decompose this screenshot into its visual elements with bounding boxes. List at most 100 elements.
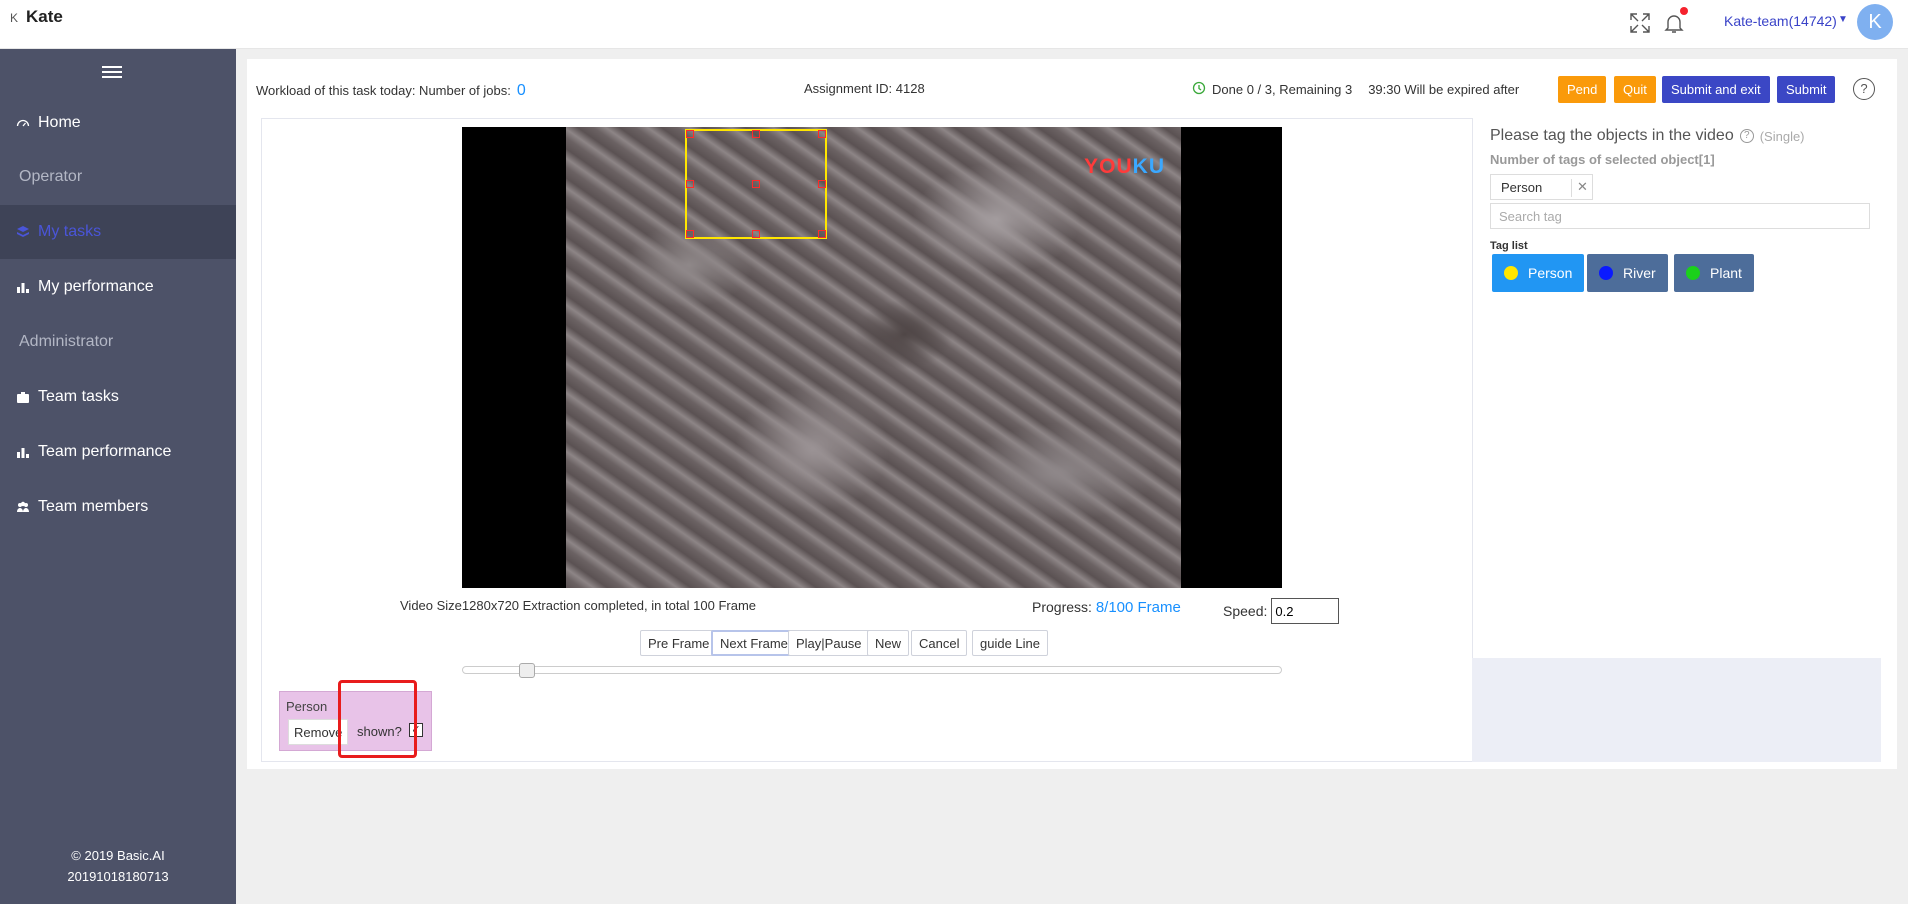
frame-slider[interactable] xyxy=(462,663,1282,678)
brand[interactable]: K Kate xyxy=(10,7,63,27)
done-count: Done 0 / 3, Remaining 3 xyxy=(1212,82,1353,97)
top-header: K Kate Kate-team(14742) ▼ K xyxy=(0,0,1908,49)
tag-label: River xyxy=(1623,265,1656,281)
speed-input[interactable] xyxy=(1271,598,1340,624)
tag-list-label: Tag list xyxy=(1490,240,1528,252)
close-icon[interactable]: ✕ xyxy=(1571,179,1593,197)
mode-label: (Single) xyxy=(1759,128,1805,144)
team-selector[interactable]: Kate-team(14742) xyxy=(1724,13,1837,29)
highlight-box xyxy=(338,680,417,758)
bar-chart-icon xyxy=(16,280,30,294)
speed-label: Speed: xyxy=(1223,603,1268,619)
resize-handle[interactable] xyxy=(752,230,760,238)
frame-progress: Progress: 8/100 Frame xyxy=(1032,599,1181,616)
quit-button[interactable]: Quit xyxy=(1614,76,1656,103)
youku-watermark: YOUKU xyxy=(1084,155,1165,178)
workload-count: 0 xyxy=(516,82,526,99)
sidebar-item-label: My tasks xyxy=(38,223,102,240)
submit-and-exit-button[interactable]: Submit and exit xyxy=(1662,76,1770,103)
bounding-box[interactable] xyxy=(685,129,827,239)
sidebar-item-my-performance[interactable]: My performance xyxy=(0,260,236,314)
video-info: Video Size1280x720 Extraction completed,… xyxy=(400,598,757,613)
dashboard-icon xyxy=(16,116,30,130)
tag-panel-body: Please tag the objects in the video ? (S… xyxy=(1472,118,1881,658)
resize-handle[interactable] xyxy=(686,230,694,238)
sidebar-item-label: Team tasks xyxy=(38,388,119,405)
avatar[interactable]: K xyxy=(1857,4,1893,40)
selected-tag-chip: Person ✕ xyxy=(1490,174,1593,200)
notification-dot xyxy=(1680,7,1688,15)
clock-icon xyxy=(1192,81,1206,98)
color-dot-icon xyxy=(1599,266,1613,280)
resize-handle[interactable] xyxy=(818,230,826,238)
sidebar-item-team-performance[interactable]: Team performance xyxy=(0,425,236,479)
sidebar-item-label: Home xyxy=(38,114,81,131)
caret-down-icon[interactable]: ▼ xyxy=(1838,14,1848,25)
color-dot-icon xyxy=(1686,266,1700,280)
layers-icon xyxy=(16,225,30,239)
sidebar-item-label: Team members xyxy=(38,498,149,515)
progress-value: 8/100 Frame xyxy=(1095,599,1181,616)
task-panel: Workload of this task today: Number of j… xyxy=(247,59,1897,769)
menu-toggle-icon[interactable] xyxy=(102,66,122,80)
selected-tag-count: Number of tags of selected object[1] xyxy=(1490,152,1715,167)
sidebar-item-label: My performance xyxy=(38,278,154,295)
play-pause-button[interactable]: Play|Pause xyxy=(788,630,870,656)
fullscreen-icon[interactable] xyxy=(1628,11,1652,35)
help-icon[interactable]: ? xyxy=(1853,78,1875,100)
footer-build: 20191018180713 xyxy=(67,869,169,884)
resize-handle[interactable] xyxy=(818,130,826,138)
next-frame-button[interactable]: Next Frame xyxy=(711,630,797,656)
sidebar-item-team-members[interactable]: Team members xyxy=(0,480,236,534)
question-icon[interactable]: ? xyxy=(1739,129,1754,143)
object-title: Person xyxy=(286,699,328,714)
sidebar-item-my-tasks[interactable]: My tasks xyxy=(0,205,236,259)
search-tag-input[interactable] xyxy=(1490,203,1870,229)
brand-logo-icon: K xyxy=(10,11,19,25)
frame-slider-thumb[interactable] xyxy=(519,663,535,678)
app-title: Kate xyxy=(26,7,63,26)
briefcase-icon xyxy=(16,390,30,404)
video-canvas[interactable]: YOUKU xyxy=(462,127,1282,588)
resize-handle[interactable] xyxy=(686,130,694,138)
progress-label: Progress: xyxy=(1032,599,1092,615)
tag-panel-title: Please tag the objects in the video ? (S… xyxy=(1490,127,1805,144)
users-icon xyxy=(16,500,30,514)
sidebar-section-operator: Operator xyxy=(19,168,83,185)
bell-icon[interactable] xyxy=(1662,7,1688,35)
resize-handle[interactable] xyxy=(818,180,826,188)
footer-copyright: © 2019 Basic.AI xyxy=(71,848,165,863)
sidebar-item-team-tasks[interactable]: Team tasks xyxy=(0,370,236,424)
tag-label: Plant xyxy=(1710,265,1742,281)
submit-button[interactable]: Submit xyxy=(1777,76,1836,103)
tag-person-button[interactable]: Person xyxy=(1492,254,1585,292)
task-toolbar: Workload of this task today: Number of j… xyxy=(247,59,1897,117)
task-status: Done 0 / 3, Remaining 3 39:30 Will be ex… xyxy=(1192,81,1519,98)
new-button[interactable]: New xyxy=(867,630,910,656)
pre-frame-button[interactable]: Pre Frame xyxy=(640,630,718,656)
tag-label: Person xyxy=(1528,265,1573,281)
video-frame: YOUKU xyxy=(566,127,1181,588)
pend-button[interactable]: Pend xyxy=(1558,76,1607,103)
speed-control: Speed: xyxy=(1223,598,1340,624)
tag-panel: Please tag the objects in the video ? (S… xyxy=(1472,118,1881,762)
resize-handle[interactable] xyxy=(686,180,694,188)
expire-timer: 39:30 Will be expired after xyxy=(1368,82,1520,97)
tag-river-button[interactable]: River xyxy=(1587,254,1668,292)
bar-chart-icon xyxy=(16,445,30,459)
tag-plant-button[interactable]: Plant xyxy=(1674,254,1754,292)
guide-line-button[interactable]: guide Line xyxy=(972,630,1048,656)
workload-info: Workload of this task today: Number of j… xyxy=(256,82,526,100)
resize-handle[interactable] xyxy=(752,130,760,138)
sidebar: Home Operator My tasks My performance Ad… xyxy=(0,49,236,904)
cancel-button[interactable]: Cancel xyxy=(911,630,968,656)
assignment-id: Assignment ID: 4128 xyxy=(804,81,925,96)
selected-tag-label: Person xyxy=(1501,180,1543,195)
annotation-workspace: YOUKU Video Size1280x720 Extraction comp… xyxy=(261,118,1481,762)
resize-handle[interactable] xyxy=(752,180,760,188)
sidebar-item-home[interactable]: Home xyxy=(0,96,236,150)
workload-label: Workload of this task today: Number of j… xyxy=(256,83,511,98)
sidebar-item-label: Team performance xyxy=(38,443,172,460)
color-dot-icon xyxy=(1504,266,1518,280)
sidebar-section-administrator: Administrator xyxy=(19,333,114,350)
